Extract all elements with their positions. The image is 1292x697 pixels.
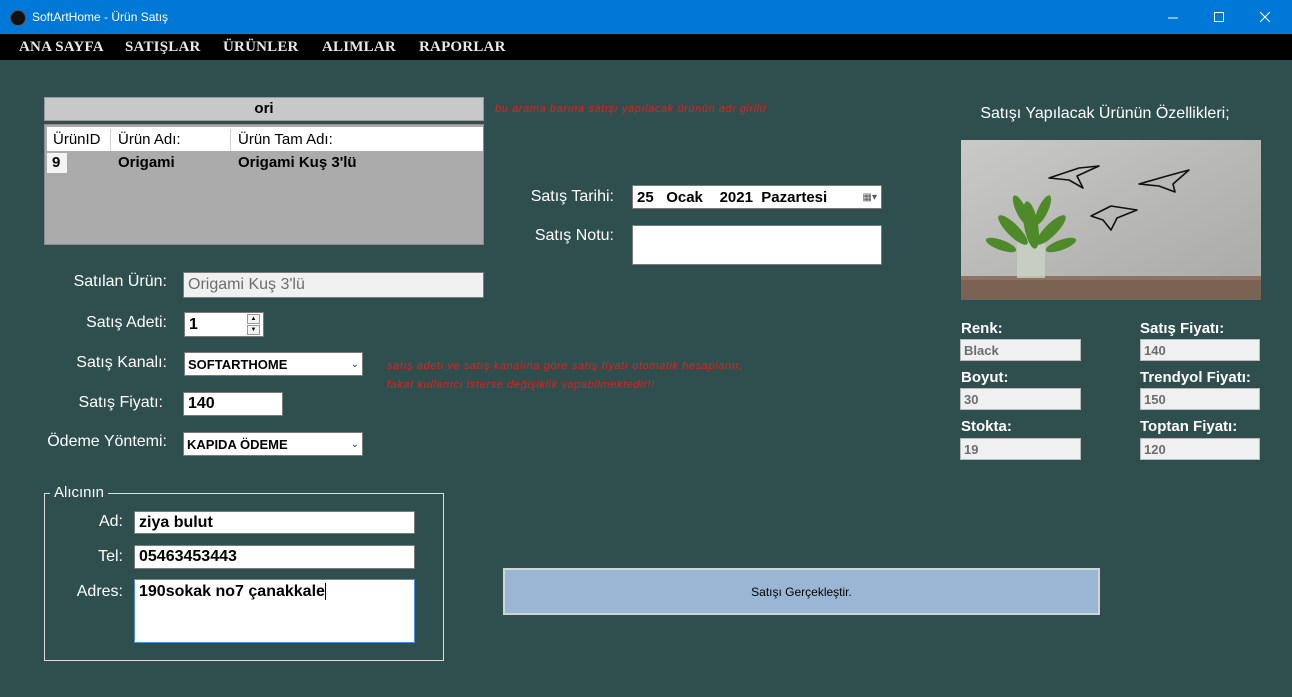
payment-method-value: KAPIDA ÖDEME (187, 436, 288, 452)
sale-note-label: Satış Notu: (534, 227, 614, 244)
sale-price-input[interactable]: 140 (183, 392, 283, 416)
sale-price-label: Satış Fiyatı: (78, 394, 163, 411)
stepper-buttons: ▲ ▼ (247, 314, 261, 335)
chevron-down-icon: ⌄ (350, 438, 359, 450)
chevron-down-icon: ⌄ (350, 358, 359, 370)
column-header-full-name[interactable]: Ürün Tam Adı: (238, 131, 333, 148)
grid-header: ÜrünID Ürün Adı: Ürün Tam Adı: (47, 127, 483, 151)
date-year[interactable]: 2021 (720, 189, 753, 206)
table-cell-name: Origami (118, 154, 175, 171)
price-note: satış adeti ve satış kanalına göre satış… (387, 357, 743, 395)
table-row[interactable]: 9 Origami Origami Kuş 3'lü (47, 153, 483, 173)
maximize-icon (1213, 11, 1224, 22)
title-bar: SoftArtHome - Ürün Satış (0, 0, 1292, 34)
minimize-button[interactable] (1150, 0, 1196, 34)
name-input[interactable]: ziya bulut (134, 511, 415, 534)
product-sale-price-field: 140 (1140, 339, 1260, 361)
date-day[interactable]: 25 (637, 189, 654, 206)
menu-raporlar[interactable]: RAPORLAR (419, 39, 506, 56)
payment-method-label: Ödeme Yöntemi: (47, 433, 167, 450)
product-props-heading: Satışı Yapılacak Ürünün Özellikleri; (980, 105, 1230, 122)
sales-channel-select[interactable]: SOFTARTHOME ⌄ (184, 352, 363, 376)
date-weekday: Pazartesi (761, 188, 828, 206)
size-field: 30 (960, 388, 1081, 410)
sale-date-picker[interactable]: 25 Ocak 2021 Pazartesi ▦▾ (632, 185, 882, 209)
product-image (961, 140, 1261, 300)
color-field: Black (960, 339, 1081, 361)
phone-input[interactable]: 05463453443 (134, 545, 415, 569)
address-textarea[interactable]: 190sokak no7 çanakkale (134, 579, 415, 643)
sold-product-field[interactable]: Origami Kuş 3'lü (183, 272, 484, 298)
date-month[interactable]: Ocak (666, 189, 703, 206)
menu-alimlar[interactable]: ALIMLAR (322, 39, 396, 56)
column-header-id[interactable]: ÜrünID (53, 131, 101, 148)
column-divider (230, 129, 231, 151)
stock-label: Stokta: (961, 418, 1012, 435)
date-text: 25 Ocak 2021 Pazartesi (637, 189, 827, 206)
menu-ana-sayfa[interactable]: ANA SAYFA (19, 39, 104, 56)
address-label: Adres: (76, 583, 123, 600)
color-label: Renk: (961, 320, 1003, 337)
menu-urunler[interactable]: ÜRÜNLER (223, 39, 299, 56)
sales-channel-value: SOFTARTHOME (188, 356, 288, 372)
close-icon (1259, 11, 1270, 22)
price-note-line-2: fakat kullanıcı isterse değişiklik yapab… (387, 379, 655, 391)
payment-method-select[interactable]: KAPIDA ÖDEME ⌄ (183, 432, 363, 456)
sold-product-label: Satılan Ürün: (73, 273, 167, 290)
search-hint: bu arama barına satışı yapılacak ürünün … (495, 103, 768, 115)
trendyol-price-label: Trendyol Fiyatı: (1140, 369, 1251, 386)
menu-bar: ANA SAYFA SATIŞLAR ÜRÜNLER ALIMLAR RAPOR… (0, 34, 1292, 60)
table-cell-id: 9 (47, 153, 67, 173)
menu-satislar[interactable]: SATIŞLAR (125, 39, 201, 56)
product-search-input[interactable]: ori (44, 97, 484, 121)
product-sale-price-label: Satış Fiyatı: (1140, 320, 1225, 337)
window-title: SoftArtHome - Ürün Satış (32, 10, 169, 24)
quantity-label: Satış Adeti: (86, 314, 167, 331)
quantity-stepper[interactable]: 1 ▲ ▼ (184, 312, 264, 337)
column-header-name[interactable]: Ürün Adı: (118, 131, 181, 148)
sales-channel-label: Satış Kanalı: (76, 354, 167, 371)
text-cursor (324, 583, 326, 600)
table-cell-full-name: Origami Kuş 3'lü (238, 154, 357, 171)
stepper-up-icon[interactable]: ▲ (247, 314, 260, 324)
stock-field: 19 (960, 438, 1081, 460)
name-label: Ad: (98, 513, 123, 530)
stepper-down-icon[interactable]: ▼ (247, 325, 260, 335)
address-value: 190sokak no7 çanakkale (139, 583, 325, 600)
app-logo-icon (10, 10, 26, 26)
product-grid[interactable]: ÜrünID Ürün Adı: Ürün Tam Adı: 9 Origami… (44, 124, 484, 245)
maximize-button[interactable] (1196, 0, 1242, 34)
close-button[interactable] (1242, 0, 1288, 34)
complete-sale-button[interactable]: Satışı Gerçekleştir. (503, 568, 1100, 615)
price-note-line-1: satış adeti ve satış kanalına göre satış… (387, 360, 743, 372)
sale-date-label: Satış Tarihi: (530, 188, 614, 205)
size-label: Boyut: (961, 369, 1009, 386)
recipient-group-legend: Alıcının (50, 484, 109, 501)
quantity-value: 1 (189, 315, 198, 333)
sale-note-input[interactable] (632, 225, 882, 265)
wholesale-price-label: Toptan Fiyatı: (1140, 418, 1238, 435)
calendar-icon[interactable]: ▦▾ (863, 192, 877, 203)
trendyol-price-field: 150 (1140, 388, 1260, 410)
wholesale-price-field: 120 (1140, 438, 1260, 460)
minimize-icon (1167, 17, 1178, 18)
phone-label: Tel: (98, 548, 123, 565)
column-divider (110, 129, 111, 151)
